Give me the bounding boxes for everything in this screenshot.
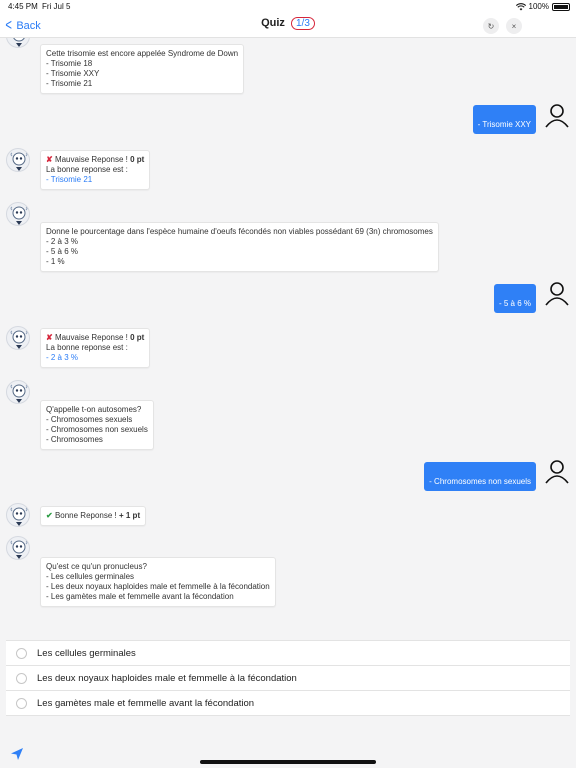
chat-area[interactable]: Cette trisomie est encore appelée Syndro… xyxy=(0,38,576,628)
battery-icon xyxy=(552,2,570,11)
bot-avatar xyxy=(6,148,30,172)
result-line: ✘ Mauvaise Reponse ! 0 pt xyxy=(46,333,144,343)
answer-option[interactable]: Les gamètes male et femmelle avant la fé… xyxy=(6,691,570,716)
message-text: - Trisomie XXY xyxy=(477,120,531,129)
result-points: 0 pt xyxy=(130,155,145,164)
nav-bar: < Back Quiz 1/3 ↻ × xyxy=(0,14,576,38)
message-line: - Trisomie XXY xyxy=(46,69,100,78)
bot-message: Cette trisomie est encore appelée Syndro… xyxy=(40,44,245,94)
bot-result-message: ✘ Mauvaise Reponse ! 0 pt La bonne repon… xyxy=(40,328,151,368)
message-line: - 2 à 3 % xyxy=(46,237,79,246)
message-line: Q'appelle t-on autosomes? xyxy=(46,405,142,414)
answer-label: La bonne reponse est : xyxy=(46,165,128,174)
bot-avatar xyxy=(6,536,30,560)
send-icon[interactable] xyxy=(10,747,24,761)
wifi-icon xyxy=(515,2,526,10)
result-points: 0 pt xyxy=(130,333,145,342)
message-line: - Chromosomes sexuels xyxy=(46,415,133,424)
status-time: 4:45 PM xyxy=(8,2,38,11)
wrong-icon: ✘ xyxy=(46,333,53,342)
result-prefix: Bonne Reponse ! xyxy=(54,511,119,520)
quiz-counter: 1/3 xyxy=(291,17,315,30)
bot-avatar xyxy=(6,326,30,350)
option-label: Les cellules germinales xyxy=(37,647,136,659)
message-line: - Trisomie 21 xyxy=(46,79,93,88)
option-label: Les gamètes male et femmelle avant la fé… xyxy=(37,697,255,709)
message-line: Qu'est ce qu'un pronucleus? xyxy=(46,562,147,571)
message-line: - Chromosomes xyxy=(46,435,103,444)
result-prefix: Mauvaise Reponse ! xyxy=(54,333,131,342)
message-line: - Les deux noyaux haploides male et femm… xyxy=(46,582,270,591)
status-bar: 4:45 PM Fri Jul 5 100% xyxy=(0,0,576,14)
message-line: - Les gamètes male et femmelle avant la … xyxy=(46,592,234,601)
refresh-button[interactable]: ↻ xyxy=(483,18,499,34)
message-line: - Trisomie 18 xyxy=(46,59,93,68)
bot-result-message: ✔ Bonne Reponse ! + 1 pt xyxy=(40,506,147,526)
message-text: - 5 à 6 % xyxy=(498,299,531,308)
battery-percent: 100% xyxy=(528,2,549,11)
answer-option[interactable]: Les cellules germinales xyxy=(6,641,570,666)
answer-option[interactable]: Les deux noyaux haploides male et femmel… xyxy=(6,666,570,691)
radio-button[interactable] xyxy=(16,672,27,684)
correct-answer: - Trisomie 21 xyxy=(46,175,93,184)
result-prefix: Mauvaise Reponse ! xyxy=(54,155,131,164)
bot-result-message: ✘ Mauvaise Reponse ! 0 pt La bonne repon… xyxy=(40,150,151,190)
answer-options: Les cellules germinales Les deux noyaux … xyxy=(6,640,570,716)
result-points: + 1 pt xyxy=(118,511,141,520)
radio-button[interactable] xyxy=(16,697,27,709)
message-line: - 1 % xyxy=(46,257,65,266)
user-avatar xyxy=(544,102,570,128)
quiz-title: Quiz xyxy=(261,17,285,29)
status-date: Fri Jul 5 xyxy=(42,2,71,11)
message-line: - Les cellules germinales xyxy=(46,572,135,581)
message-line: - 5 à 6 % xyxy=(46,247,79,256)
answer-label: La bonne reponse est : xyxy=(46,343,128,352)
user-message: - 5 à 6 % xyxy=(493,284,536,313)
close-icon: × xyxy=(511,21,517,31)
bot-avatar xyxy=(6,202,30,226)
user-message: - Chromosomes non sexuels xyxy=(424,462,536,491)
bot-message: Q'appelle t-on autosomes? - Chromosomes … xyxy=(40,400,154,450)
home-indicator xyxy=(200,760,376,764)
option-label: Les deux noyaux haploides male et femmel… xyxy=(37,672,297,684)
wrong-icon: ✘ xyxy=(46,155,53,164)
bot-message: Qu'est ce qu'un pronucleus? - Les cellul… xyxy=(40,557,276,607)
message-text: - Chromosomes non sexuels xyxy=(429,477,531,486)
bot-message: Donne le pourcentage dans l'espèce humai… xyxy=(40,222,439,272)
user-avatar xyxy=(544,458,570,484)
close-button[interactable]: × xyxy=(506,18,522,34)
status-right: 100% xyxy=(515,2,570,11)
check-icon: ✔ xyxy=(46,511,53,520)
bot-avatar xyxy=(6,38,30,48)
result-line: ✔ Bonne Reponse ! + 1 pt xyxy=(46,511,140,521)
message-line: Donne le pourcentage dans l'espèce humai… xyxy=(46,227,433,236)
result-line: ✘ Mauvaise Reponse ! 0 pt xyxy=(46,155,144,165)
message-line: - Chromosomes non sexuels xyxy=(46,425,148,434)
bot-avatar xyxy=(6,380,30,404)
refresh-icon: ↻ xyxy=(487,21,495,31)
radio-button[interactable] xyxy=(16,647,27,659)
user-message: - Trisomie XXY xyxy=(472,105,536,134)
message-line: Cette trisomie est encore appelée Syndro… xyxy=(46,49,239,58)
user-avatar xyxy=(544,280,570,306)
correct-answer: - 2 à 3 % xyxy=(46,353,79,362)
bot-avatar xyxy=(6,503,30,527)
